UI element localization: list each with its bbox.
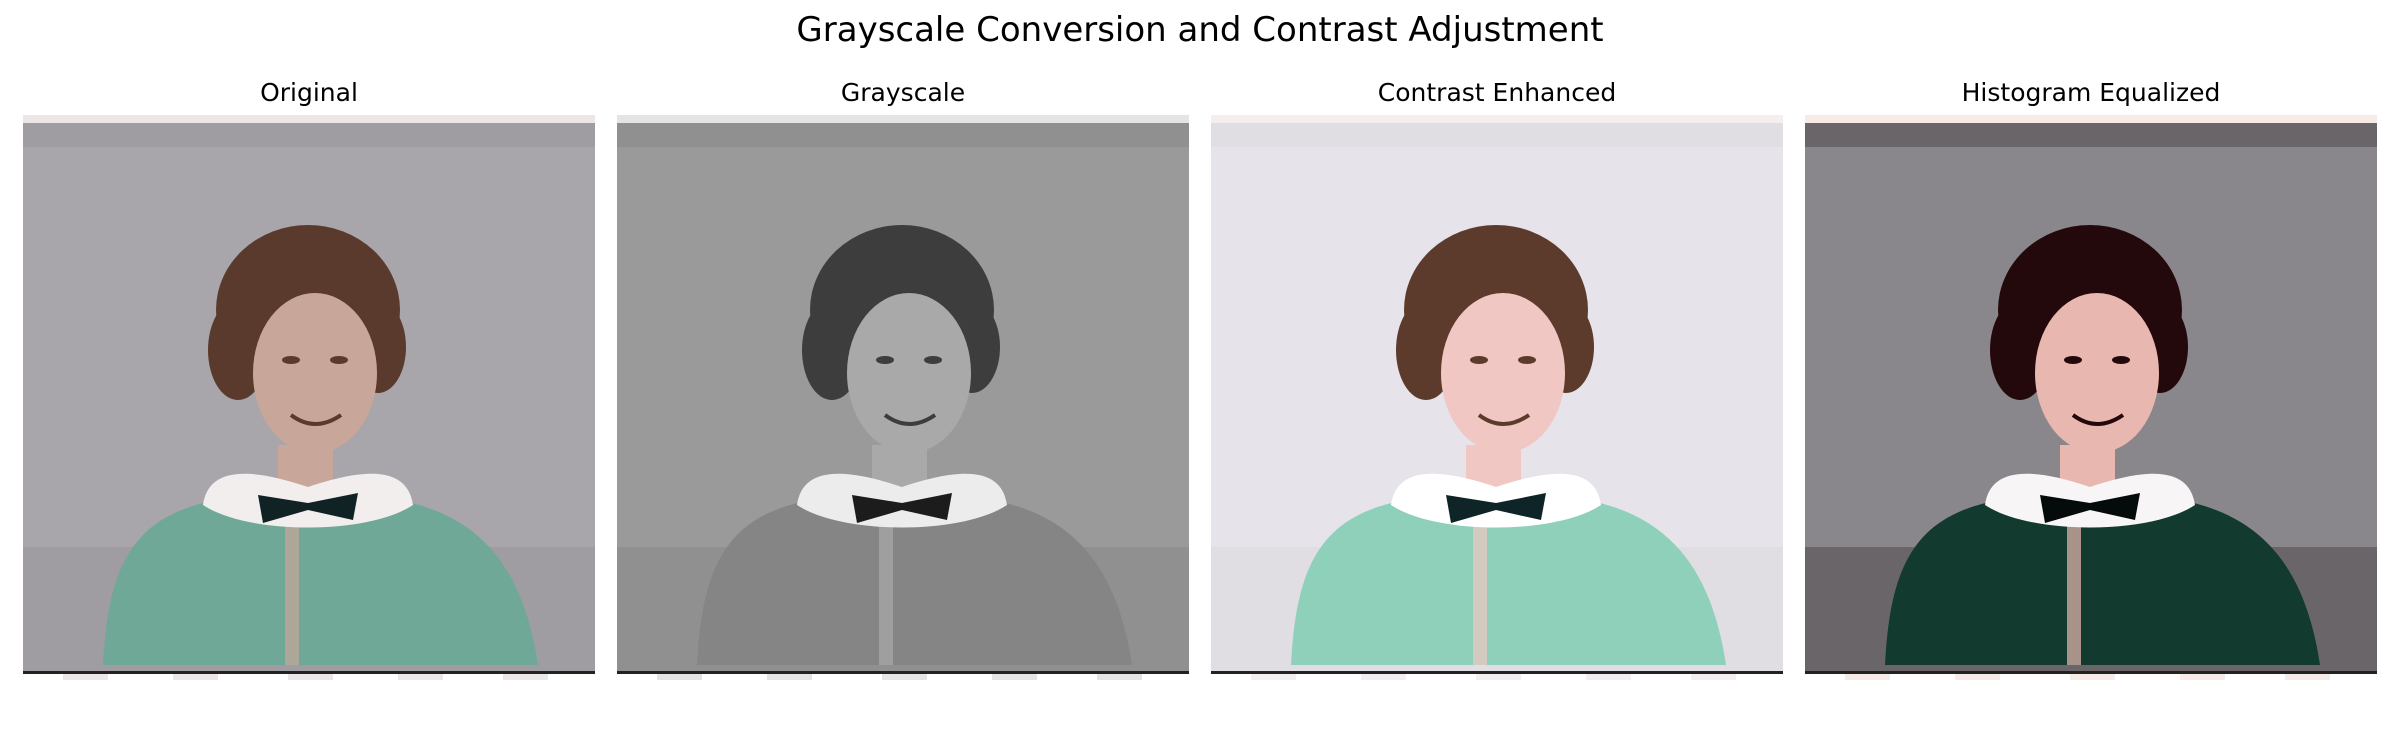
sprocket-mark	[1691, 674, 1736, 680]
portrait-icon	[1211, 115, 1783, 680]
sprocket-mark	[398, 674, 443, 680]
jacket-opening	[1473, 515, 1487, 665]
film-edge-top	[1211, 115, 1783, 123]
sprocket-mark	[2285, 674, 2330, 680]
image-histogram-equalized	[1805, 115, 2377, 680]
sprocket-mark	[657, 674, 702, 680]
image-contrast-enhanced	[1211, 115, 1783, 680]
face	[847, 293, 971, 453]
eye-left	[282, 356, 300, 364]
panel-original: Original	[23, 75, 595, 680]
sprocket-mark	[2180, 674, 2225, 680]
film-edge-line	[1211, 671, 1783, 674]
eye-right	[2112, 356, 2130, 364]
jacket-opening	[879, 515, 893, 665]
face	[1441, 293, 1565, 453]
eye-left	[2064, 356, 2082, 364]
sprocket-mark	[1251, 674, 1296, 680]
portrait-icon	[617, 115, 1189, 680]
panel-title: Contrast Enhanced	[1377, 78, 1617, 107]
jacket-opening	[285, 515, 299, 665]
eye-right	[1518, 356, 1536, 364]
sprocket-mark	[1586, 674, 1631, 680]
sprocket-mark	[992, 674, 1037, 680]
sprocket-mark	[1361, 674, 1406, 680]
image-grayscale	[617, 115, 1189, 680]
sprocket-mark	[173, 674, 218, 680]
eye-left	[1470, 356, 1488, 364]
film-edge-top	[1805, 115, 2377, 123]
portrait-icon	[23, 115, 595, 680]
eye-right	[330, 356, 348, 364]
sprocket-mark	[767, 674, 812, 680]
face	[253, 293, 377, 453]
panel-contrast-enhanced: Contrast Enhanced	[1211, 75, 1783, 680]
image-original	[23, 115, 595, 680]
eye-left	[876, 356, 894, 364]
portrait-icon	[1805, 115, 2377, 680]
panel-grayscale: Grayscale	[617, 75, 1189, 680]
sprocket-mark	[1845, 674, 1890, 680]
film-edge-line	[1805, 671, 2377, 674]
sprocket-mark	[503, 674, 548, 680]
sprocket-mark	[288, 674, 333, 680]
figure-title: Grayscale Conversion and Contrast Adjust…	[796, 10, 1604, 50]
panel-title: Original	[260, 78, 358, 107]
sprocket-mark	[63, 674, 108, 680]
film-edge-line	[23, 671, 595, 674]
sprocket-mark	[2070, 674, 2115, 680]
film-edge-top	[617, 115, 1189, 123]
sprocket-mark	[882, 674, 927, 680]
panel-histogram-equalized: Histogram Equalized	[1805, 75, 2377, 680]
film-edge-line	[617, 671, 1189, 674]
eye-right	[924, 356, 942, 364]
sprocket-mark	[1097, 674, 1142, 680]
sprocket-mark	[1955, 674, 2000, 680]
sprocket-mark	[1476, 674, 1521, 680]
jacket-opening	[2067, 515, 2081, 665]
panel-title: Histogram Equalized	[1961, 78, 2221, 107]
face	[2035, 293, 2159, 453]
panel-title: Grayscale	[840, 78, 966, 107]
film-edge-top	[23, 115, 595, 123]
